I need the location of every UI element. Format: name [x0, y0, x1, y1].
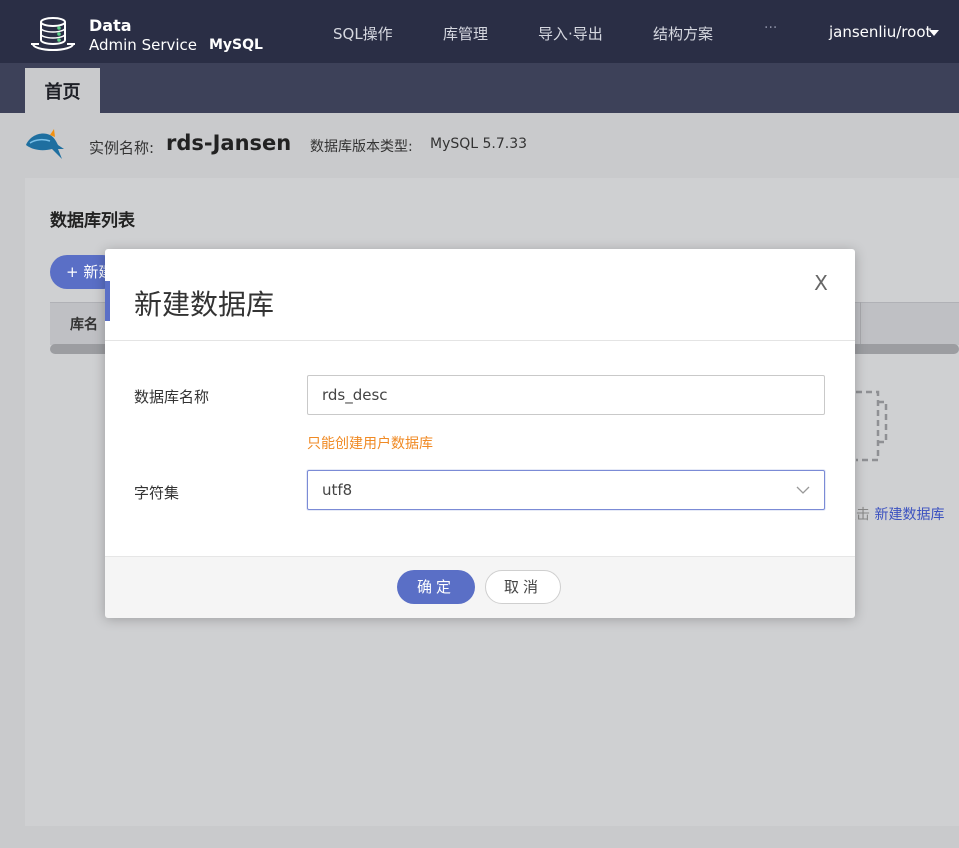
- nav-db-management[interactable]: 库管理: [443, 23, 488, 44]
- brand-subtitle: Admin Service: [89, 36, 198, 54]
- db-name-input[interactable]: rds_desc: [307, 375, 825, 415]
- database-logo-icon: [31, 17, 75, 51]
- db-name-hint: 只能创建用户数据库: [307, 436, 433, 452]
- version-label: 数据库版本类型:: [310, 139, 413, 155]
- column-header-name[interactable]: 库名: [70, 314, 98, 334]
- nav-import-export[interactable]: 导入·导出: [538, 23, 603, 44]
- charset-select[interactable]: utf8: [307, 470, 825, 510]
- chevron-down-icon: [796, 486, 810, 494]
- instance-name-label: 实例名称:: [89, 139, 155, 157]
- top-bar: Data Admin Service MySQL SQL操作 库管理 导入·导出…: [0, 0, 959, 63]
- cancel-button[interactable]: 取消: [485, 570, 561, 604]
- dialog-title: 新建数据库: [134, 288, 275, 321]
- empty-hint-new-link[interactable]: 新建数据库: [874, 507, 944, 523]
- charset-selected-value: utf8: [322, 481, 353, 499]
- dialog-footer: 确定 取消: [105, 556, 855, 618]
- new-database-dialog: 新建数据库 X 数据库名称 rds_desc 只能创建用户数据库 字符集 utf…: [105, 249, 855, 618]
- nav-more-icon[interactable]: ···: [764, 20, 777, 36]
- user-menu[interactable]: jansenliu/root: [829, 23, 931, 41]
- charset-label: 字符集: [134, 484, 180, 502]
- brand-title: Data: [89, 16, 132, 35]
- close-icon[interactable]: X: [811, 273, 831, 293]
- dialog-divider: [105, 340, 855, 341]
- confirm-button[interactable]: 确定: [397, 570, 475, 604]
- mysql-dolphin-icon: [26, 129, 64, 159]
- brand-db-type: MySQL: [209, 37, 263, 53]
- tab-home[interactable]: 首页: [25, 68, 100, 113]
- instance-name: rds-Jansen: [166, 131, 292, 155]
- db-name-label: 数据库名称: [134, 388, 210, 406]
- tab-strip: [0, 63, 959, 113]
- column-divider: [860, 302, 861, 344]
- version-value: MySQL 5.7.33: [430, 136, 528, 152]
- title-accent-bar: [105, 281, 110, 321]
- nav-sql-operation[interactable]: SQL操作: [333, 23, 393, 44]
- caret-down-icon[interactable]: [929, 30, 939, 36]
- empty-hint: 点击 新建数据库: [842, 504, 944, 524]
- db-list-title: 数据库列表: [50, 211, 135, 231]
- nav-schema-plan[interactable]: 结构方案: [653, 23, 713, 44]
